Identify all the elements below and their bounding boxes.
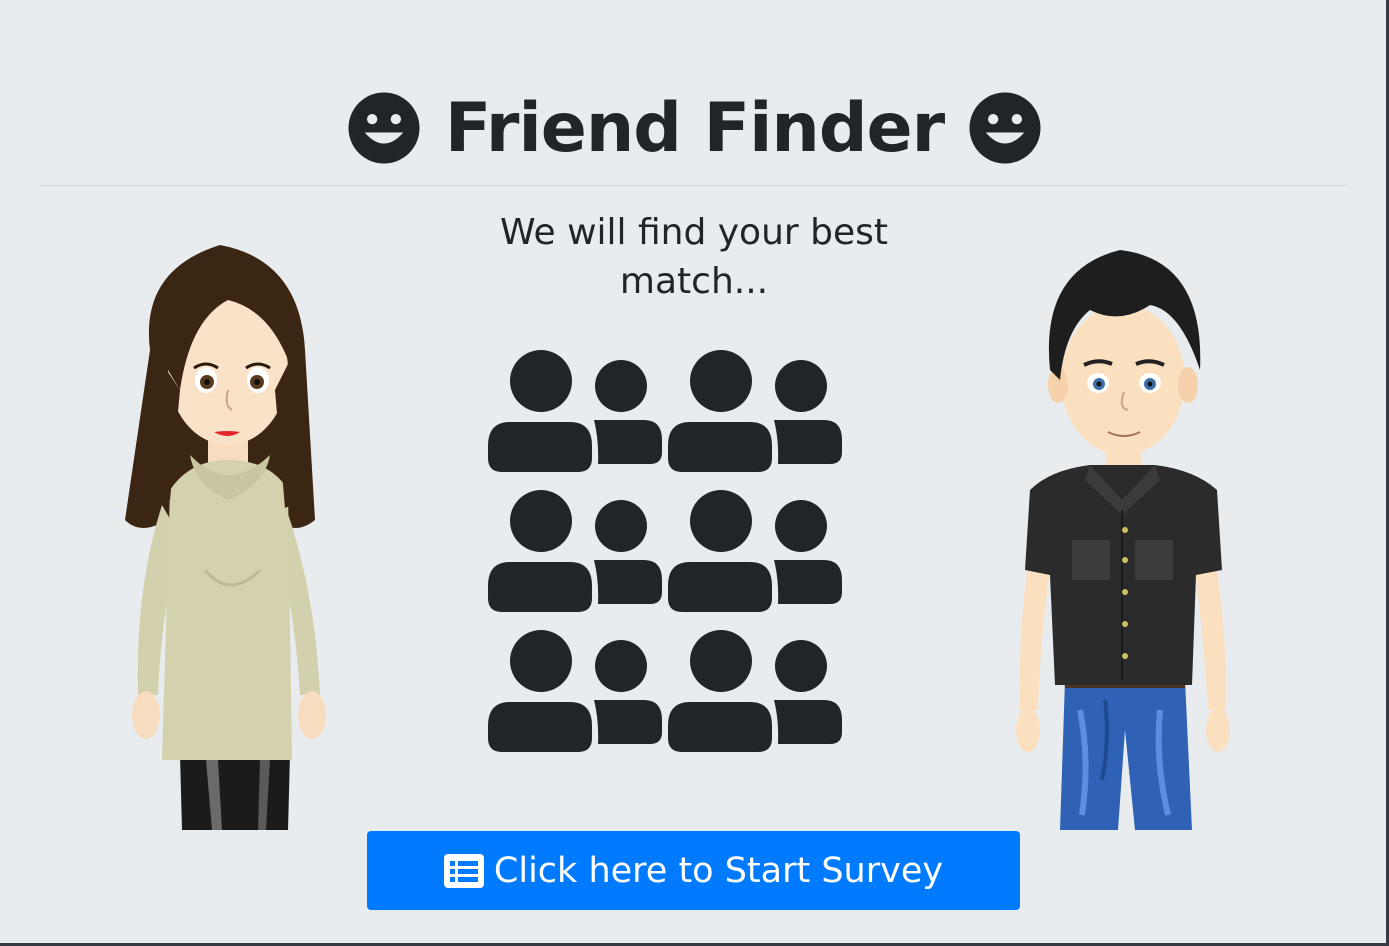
start-survey-button[interactable]: Click here to Start Survey [367,831,1020,910]
start-survey-label: Click here to Start Survey [493,850,944,891]
users-icon [668,490,842,612]
list-icon [443,853,484,888]
users-icon [488,490,662,612]
avatar-woman [125,245,326,830]
subtitle: We will find your best match... [499,212,889,302]
users-icon [668,630,842,752]
smile-icon [969,92,1041,164]
avatar-man [1016,250,1230,830]
header-divider [40,185,1347,186]
users-icon [488,630,662,752]
smile-icon [348,92,420,164]
users-illustration [486,348,846,758]
users-icon [668,350,842,472]
page-title: Friend Finder [444,88,945,168]
users-icon [488,350,662,472]
header: Friend Finder [0,78,1389,178]
